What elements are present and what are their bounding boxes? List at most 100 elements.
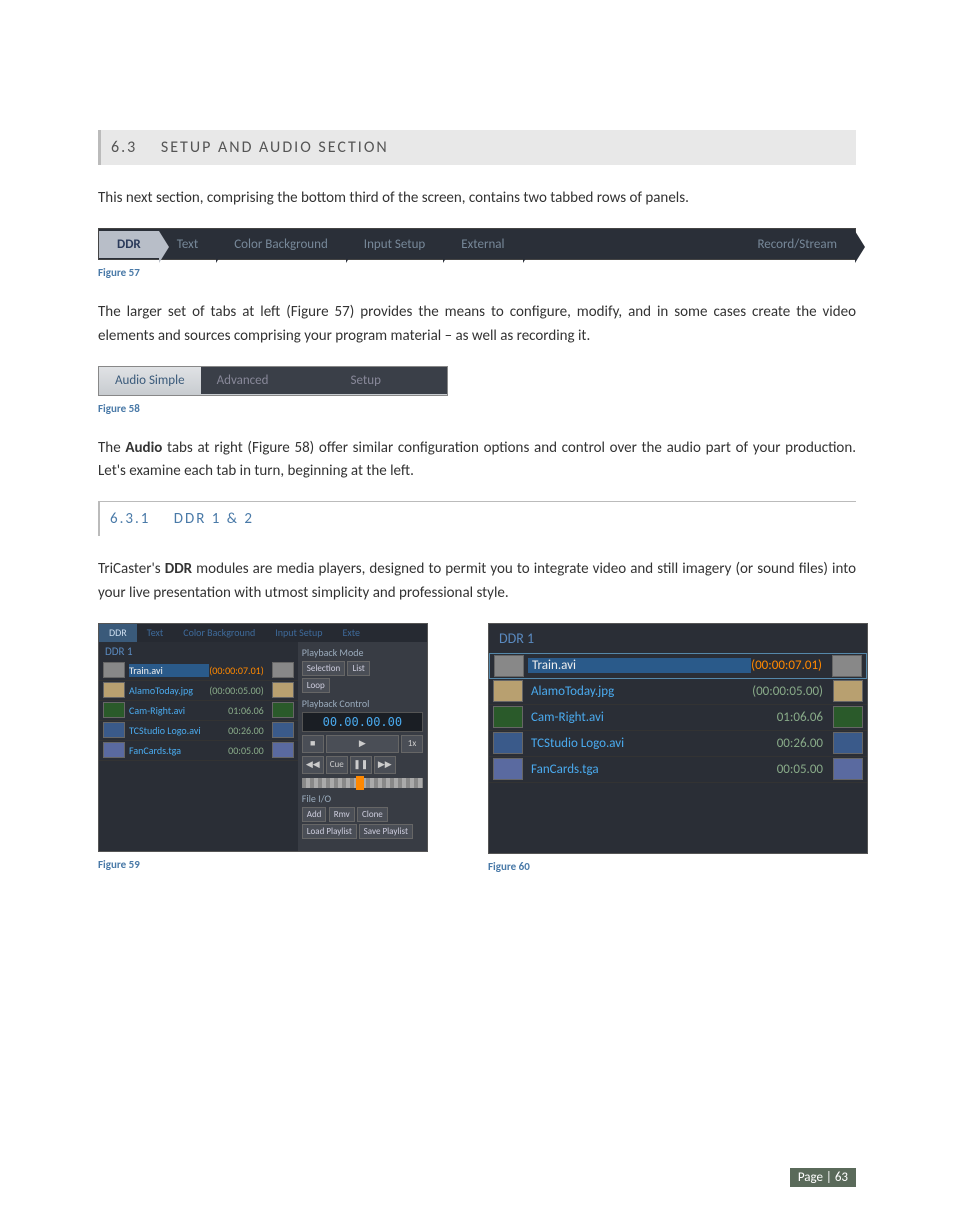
file-name: Cam-Right.avi [527, 710, 777, 725]
rewind-button[interactable]: ◀◀ [302, 756, 324, 774]
thumbnail-icon [832, 655, 862, 677]
save-playlist-button[interactable]: Save Playlist [359, 824, 413, 839]
playback-mode-label: Playback Mode [302, 646, 423, 659]
figure-row: DDR Text Color Background Input Setup Ex… [98, 623, 856, 895]
tab-advanced[interactable]: Advanced [201, 367, 285, 394]
playback-timecode: 00.00.00.00 [302, 712, 423, 732]
ddr-panel-tabs: DDR Text Color Background Input Setup Ex… [99, 624, 427, 642]
thumbnail-icon [494, 655, 524, 677]
ddr-playlist-large: Train.avi(00:00:07.01)AlamoToday.jpg(00:… [489, 653, 867, 853]
thumbnail-icon [493, 758, 523, 780]
list-item[interactable]: Train.avi(00:00:07.01) [489, 653, 867, 679]
file-duration: (00:00:07.01) [751, 658, 828, 673]
scrub-bar[interactable] [302, 778, 423, 788]
ffwd-button[interactable]: ▶▶ [374, 756, 396, 774]
file-name: Cam-Right.avi [129, 704, 228, 717]
clone-button[interactable]: Clone [357, 807, 388, 822]
ddr-1-label: DDR 1 [99, 642, 298, 661]
list-item[interactable]: Cam-Right.avi01:06.06 [99, 701, 298, 721]
pause-button[interactable]: ❚❚ [350, 756, 372, 774]
pt-text[interactable]: Text [137, 624, 174, 642]
ddr-1-label-large: DDR 1 [489, 624, 867, 653]
tab-external[interactable]: External [443, 231, 522, 258]
tab-setup[interactable]: Setup [284, 367, 447, 394]
list-item[interactable]: FanCards.tga00:05.00 [99, 741, 298, 761]
list-item[interactable]: TCStudio Logo.avi00:26.00 [489, 731, 867, 757]
file-duration: 01:06.06 [777, 710, 829, 725]
tab-record-stream[interactable]: Record/Stream [739, 231, 855, 258]
tab-ddr[interactable]: DDR [99, 231, 159, 258]
mode-list-button[interactable]: List [347, 661, 369, 676]
ddr-playlist: Train.avi(00:00:07.01)AlamoToday.jpg(00:… [99, 661, 298, 851]
tab-color-background[interactable]: Color Background [216, 231, 346, 258]
file-name: FanCards.tga [527, 762, 777, 777]
list-item[interactable]: AlamoToday.jpg(00:00:05.00) [99, 681, 298, 701]
tab-audio-simple[interactable]: Audio Simple [99, 367, 201, 394]
play-button[interactable]: ▶ [326, 735, 399, 753]
thumbnail-icon [103, 662, 125, 678]
list-item[interactable]: FanCards.tga00:05.00 [489, 757, 867, 783]
paragraph-3: The Audio tabs at right (Figure 58) offe… [98, 437, 856, 484]
thumbnail-icon [833, 732, 863, 754]
subsection-number: 6.3.1 [110, 510, 150, 528]
file-duration: 01:06.06 [228, 704, 268, 717]
ddr-left-pane: DDR 1 Train.avi(00:00:07.01)AlamoToday.j… [99, 642, 298, 851]
paragraph-2: The larger set of tabs at left (Figure 5… [98, 301, 856, 348]
section-number: 6.3 [111, 138, 137, 157]
cue-button[interactable]: Cue [326, 756, 348, 774]
file-name: AlamoToday.jpg [129, 684, 209, 697]
figure-59: DDR Text Color Background Input Setup Ex… [98, 623, 428, 893]
figure-60-caption: Figure 60 [488, 860, 868, 873]
section-header: 6.3 SETUP AND AUDIO SECTION [98, 130, 856, 165]
thumbnail-icon [103, 682, 125, 698]
thumbnail-icon [272, 662, 294, 678]
paragraph-4: TriCaster's DDR modules are media player… [98, 558, 856, 605]
figure-59-caption: Figure 59 [98, 858, 428, 871]
thumbnail-icon [103, 722, 125, 738]
mode-selection-button[interactable]: Selection [302, 661, 345, 676]
thumbnail-icon [272, 682, 294, 698]
rmv-button[interactable]: Rmv [329, 807, 355, 822]
page-footer: Page | 63 [790, 1168, 856, 1187]
file-duration: 00:05.00 [228, 744, 268, 757]
file-name: Train.avi [528, 658, 751, 673]
thumbnail-icon [272, 722, 294, 738]
file-duration: (00:00:05.00) [209, 684, 268, 697]
pt-input[interactable]: Input Setup [265, 624, 332, 642]
list-item[interactable]: AlamoToday.jpg(00:00:05.00) [489, 679, 867, 705]
subsection-title: DDR 1 & 2 [174, 510, 254, 528]
file-name: AlamoToday.jpg [527, 684, 752, 699]
ddr-panel-large: DDR 1 Train.avi(00:00:07.01)AlamoToday.j… [488, 623, 868, 854]
thumbnail-icon [272, 742, 294, 758]
thumbnail-icon [833, 758, 863, 780]
stop-button[interactable]: ■ [302, 735, 324, 753]
file-duration: 00:26.00 [228, 724, 268, 737]
file-name: FanCards.tga [129, 744, 228, 757]
thumbnail-icon [272, 702, 294, 718]
figure-57-tabbar: DDR Text Color Background Input Setup Ex… [98, 228, 856, 260]
speed-button[interactable]: 1x [401, 735, 423, 753]
load-playlist-button[interactable]: Load Playlist [302, 824, 357, 839]
list-item[interactable]: Train.avi(00:00:07.01) [99, 661, 298, 681]
pt-ddr[interactable]: DDR [99, 624, 137, 642]
subsection-header: 6.3.1 DDR 1 & 2 [98, 501, 856, 536]
file-duration: (00:00:07.01) [209, 664, 268, 677]
pt-exte[interactable]: Exte [333, 624, 370, 642]
file-duration: 00:05.00 [777, 762, 829, 777]
thumbnail-icon [493, 706, 523, 728]
file-name: TCStudio Logo.avi [527, 736, 777, 751]
file-io-label: File I/O [302, 792, 423, 805]
add-button[interactable]: Add [302, 807, 327, 822]
list-item[interactable]: TCStudio Logo.avi00:26.00 [99, 721, 298, 741]
ddr-panel-small: DDR Text Color Background Input Setup Ex… [98, 623, 428, 852]
thumbnail-icon [103, 742, 125, 758]
list-item[interactable]: Cam-Right.avi01:06.06 [489, 705, 867, 731]
pt-colorbg[interactable]: Color Background [173, 624, 265, 642]
thumbnail-icon [833, 680, 863, 702]
tab-input-setup[interactable]: Input Setup [346, 231, 443, 258]
mode-loop-button[interactable]: Loop [302, 678, 330, 693]
thumbnail-icon [493, 680, 523, 702]
paragraph-1: This next section, comprising the bottom… [98, 187, 856, 210]
thumbnail-icon [833, 706, 863, 728]
file-name: Train.avi [129, 664, 209, 677]
